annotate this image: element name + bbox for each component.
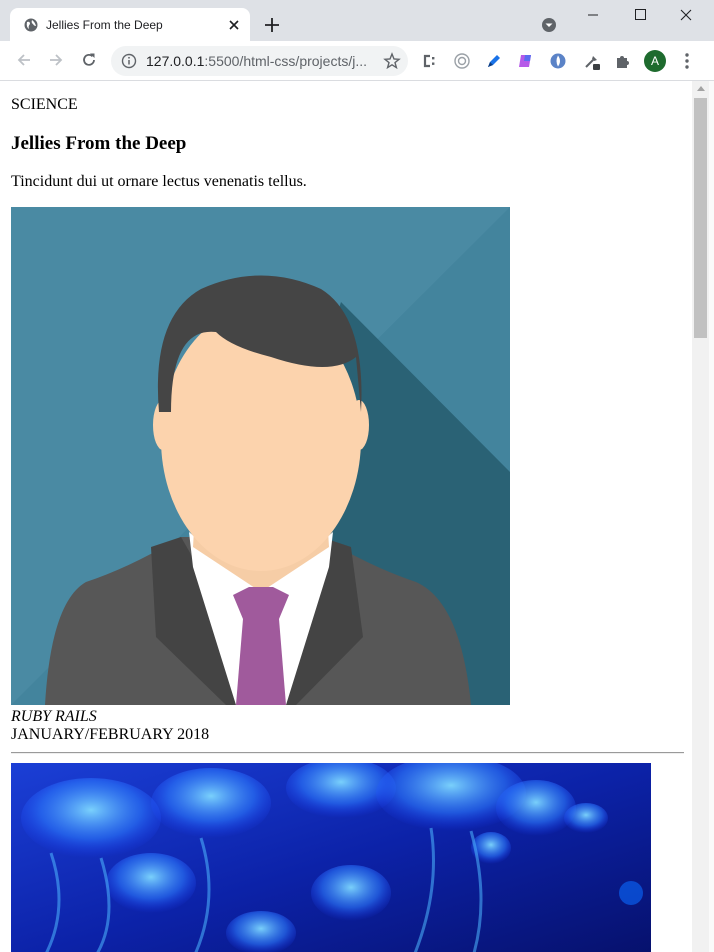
gradient-extension-icon[interactable] [517, 52, 535, 70]
browser-tab[interactable]: Jellies From the Deep [10, 8, 250, 41]
color-extension-icon[interactable] [453, 52, 471, 70]
star-icon[interactable] [383, 52, 401, 70]
blue-extension-icon[interactable] [549, 52, 567, 70]
address-bar[interactable]: 127.0.0.1:5500/html-css/projects/j... [111, 46, 408, 76]
author-avatar-image [11, 207, 510, 705]
plus-icon[interactable] [262, 15, 282, 35]
kebab-menu-icon[interactable] [683, 52, 691, 70]
article-category: SCIENCE [11, 96, 78, 113]
globe-icon [24, 18, 38, 32]
scrollbar-thumb[interactable] [694, 98, 707, 338]
browser-toolbar: 127.0.0.1:5500/html-css/projects/j... A [0, 41, 714, 81]
eyedropper-icon[interactable] [583, 52, 601, 70]
scroll-up-arrow-icon[interactable] [697, 86, 705, 91]
page-viewport: SCIENCE Jellies From the Deep Tincidunt … [0, 81, 692, 952]
reload-icon[interactable] [80, 51, 98, 69]
close-icon[interactable] [663, 0, 709, 30]
article-subhead: Tincidunt dui ut ornare lectus venenatis… [11, 173, 307, 190]
info-icon[interactable] [121, 53, 137, 69]
divider [11, 752, 684, 754]
background-window-edge [709, 81, 714, 952]
author-name: RUBY RAILS [11, 708, 97, 725]
puzzle-icon[interactable] [614, 52, 632, 70]
avatar[interactable]: A [644, 50, 666, 72]
vertical-scrollbar[interactable] [692, 81, 709, 952]
minimize-icon[interactable] [570, 0, 616, 30]
tab-title: Jellies From the Deep [46, 18, 163, 32]
issue-date: JANUARY/FEBRUARY 2018 [11, 726, 210, 743]
pen-extension-icon[interactable] [485, 52, 503, 70]
css-extension-icon[interactable] [421, 52, 439, 70]
jellyfish-image [11, 763, 651, 952]
forward-arrow-icon[interactable] [47, 51, 65, 69]
article-headline: Jellies From the Deep [11, 133, 187, 154]
url-host: 127.0.0.1 [146, 53, 205, 69]
maximize-icon[interactable] [617, 0, 663, 30]
back-arrow-icon[interactable] [15, 51, 33, 69]
tab-strip: Jellies From the Deep [0, 0, 714, 41]
url-path: :5500/html-css/projects/j... [204, 53, 368, 69]
close-icon[interactable] [226, 17, 242, 33]
url-text[interactable]: 127.0.0.1:5500/html-css/projects/j... [146, 53, 367, 69]
chevron-down-icon[interactable] [541, 17, 557, 33]
